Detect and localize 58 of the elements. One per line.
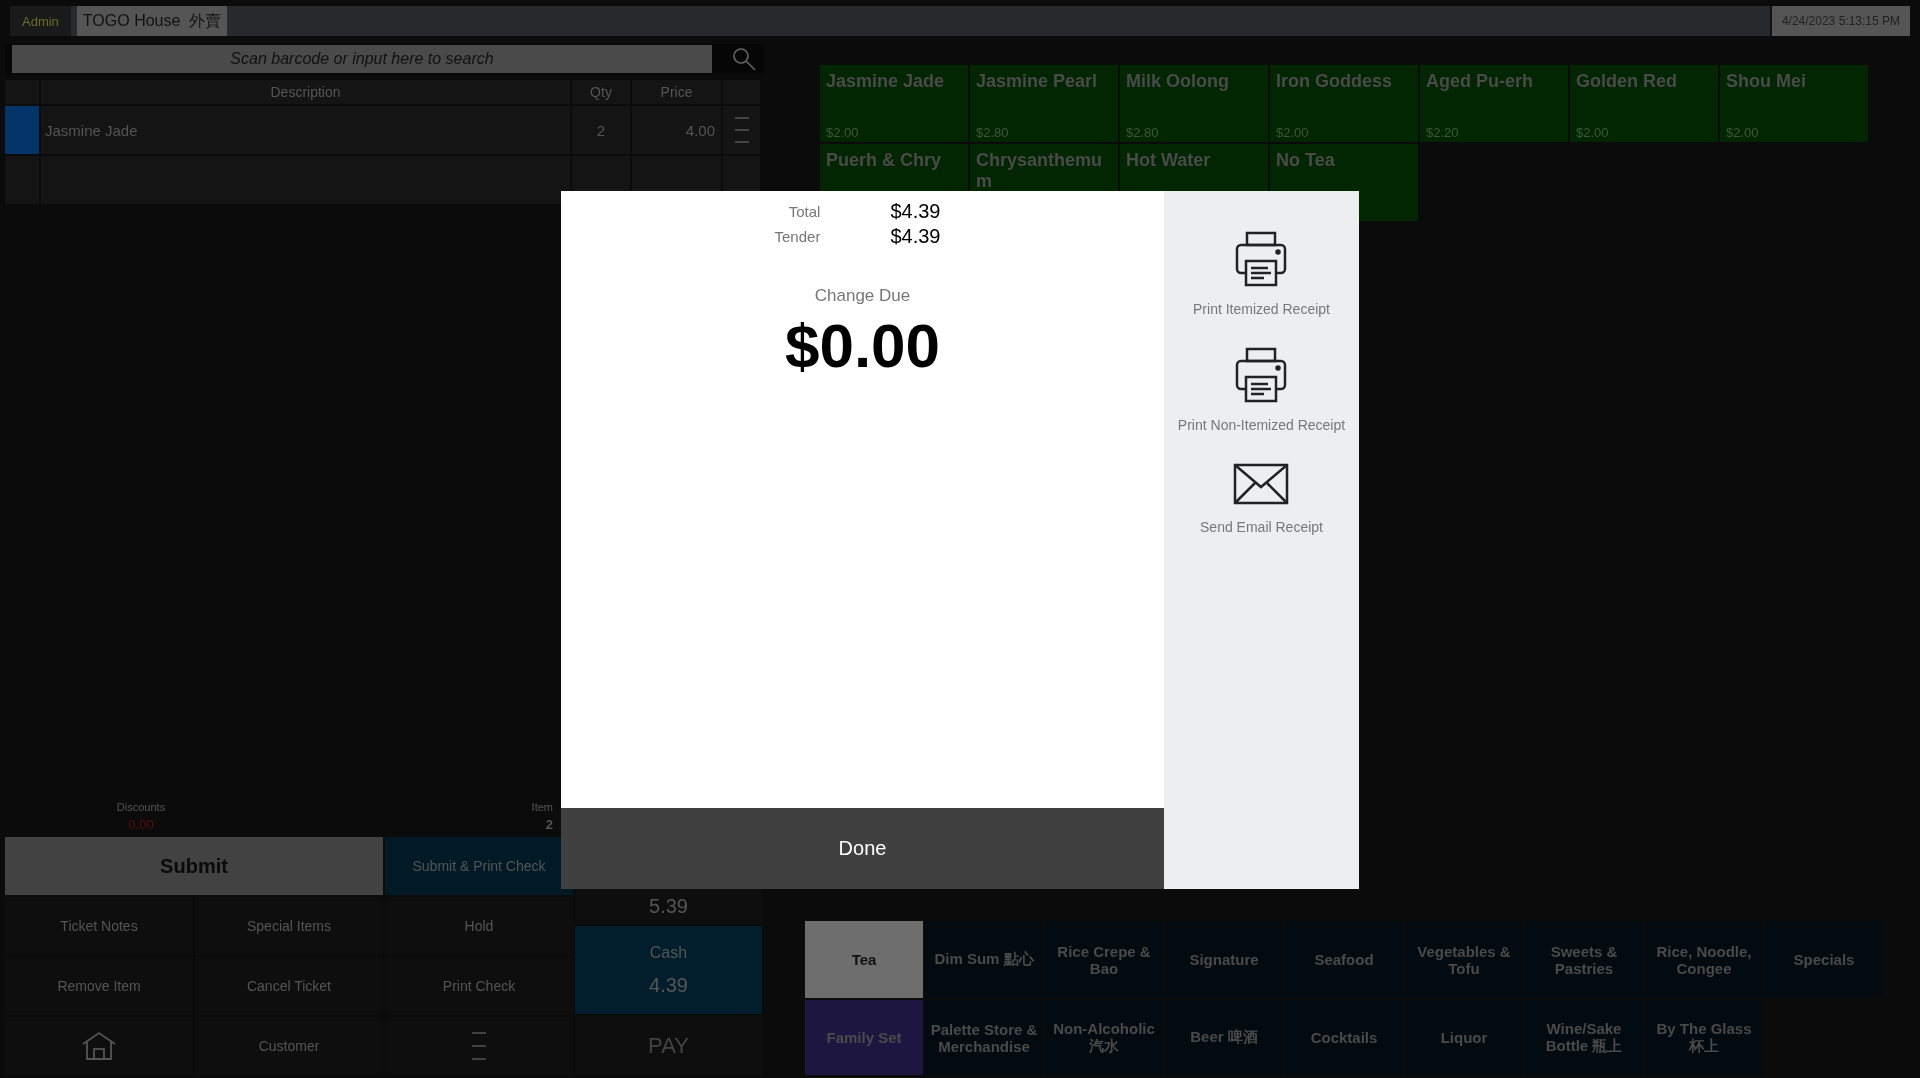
tender-value: $4.39	[890, 225, 941, 248]
category-tab[interactable]: Cocktails	[1285, 1000, 1403, 1075]
table-cell: Jasmine Jade	[41, 106, 572, 156]
user-label: Admin	[10, 6, 71, 36]
column-header: Price	[632, 80, 723, 106]
search-field[interactable]: Scan barcode or input here to search	[12, 45, 712, 73]
tender-label: Tender	[774, 228, 821, 245]
category-tab[interactable]: Specials	[1765, 921, 1883, 998]
column-header	[5, 80, 41, 106]
product-tile[interactable]: Aged Pu-erh $2.20	[1420, 65, 1568, 142]
category-tab[interactable]: Vegetables & Tofu	[1405, 921, 1523, 998]
menu-icon	[471, 1031, 487, 1061]
category-tab[interactable]: Rice, Noodle, Congee	[1645, 921, 1763, 998]
submit-button[interactable]: Submit	[5, 837, 383, 895]
cash-button[interactable]: Cash 4.39	[575, 926, 762, 1014]
printer-icon	[1234, 231, 1289, 287]
change-due-label: Change Due	[814, 286, 911, 306]
menu-icon[interactable]	[734, 116, 749, 144]
discounts-value: 0.00	[128, 817, 154, 832]
category-tab[interactable]: Beer 啤酒	[1165, 1000, 1283, 1075]
category-tab[interactable]: Sweets & Pastries	[1525, 921, 1643, 998]
category-tab[interactable]: Tea	[805, 921, 923, 998]
change-due-value: $0.00	[784, 310, 941, 381]
product-tile[interactable]: Iron Goddess $2.00	[1270, 65, 1418, 142]
done-button[interactable]: Done	[561, 808, 1164, 889]
receipt-option[interactable]: Print Itemized Receipt	[1193, 231, 1330, 317]
category-tab[interactable]: Palette Store & Merchandise	[925, 1000, 1043, 1075]
column-header: Description	[41, 80, 572, 106]
product-tile[interactable]: Jasmine Pearl $2.80	[970, 65, 1118, 142]
product-tile[interactable]: Milk Oolong $2.80	[1120, 65, 1268, 142]
total-value: $4.39	[890, 200, 941, 223]
order-type-tab[interactable]: TOGO House 外賣	[76, 6, 228, 36]
submit-print-button[interactable]: Submit & Print Check	[385, 837, 573, 895]
printer-icon	[1234, 347, 1289, 403]
home-icon	[81, 1031, 117, 1061]
category-tab[interactable]: Dim Sum 點心	[925, 921, 1043, 998]
receipt-option[interactable]: Send Email Receipt	[1200, 463, 1323, 535]
search-icon[interactable]	[732, 47, 756, 71]
discounts-label: Discounts	[116, 801, 166, 813]
table-cell: 4.00	[632, 106, 723, 156]
category-tab[interactable]: Seafood	[1285, 921, 1403, 998]
product-tile[interactable]: Jasmine Jade $2.00	[820, 65, 968, 142]
receipt-option[interactable]: Print Non-Itemized Receipt	[1177, 347, 1346, 433]
table-cell: 2	[572, 106, 632, 156]
category-tab[interactable]: Non-Alcoholic 汽水	[1045, 1000, 1163, 1075]
column-header: Qty	[572, 80, 632, 106]
row-marker[interactable]	[5, 106, 41, 156]
item-count-value: 2	[545, 817, 553, 832]
category-tab[interactable]: By The Glass 杯上	[1645, 1000, 1763, 1075]
category-tab[interactable]: Signature	[1165, 921, 1283, 998]
item-count-label: Item	[531, 801, 553, 813]
category-tab[interactable]: Rice Crepe & Bao	[1045, 921, 1163, 998]
envelope-icon	[1233, 463, 1290, 505]
category-tab[interactable]: Wine/Sake Bottle 瓶上	[1525, 1000, 1643, 1075]
total-label: Total	[787, 203, 821, 220]
category-tab[interactable]: Liquor	[1405, 1000, 1523, 1075]
product-tile[interactable]: Shou Mei $2.00	[1720, 65, 1868, 142]
product-tile[interactable]: Golden Red $2.00	[1570, 65, 1718, 142]
